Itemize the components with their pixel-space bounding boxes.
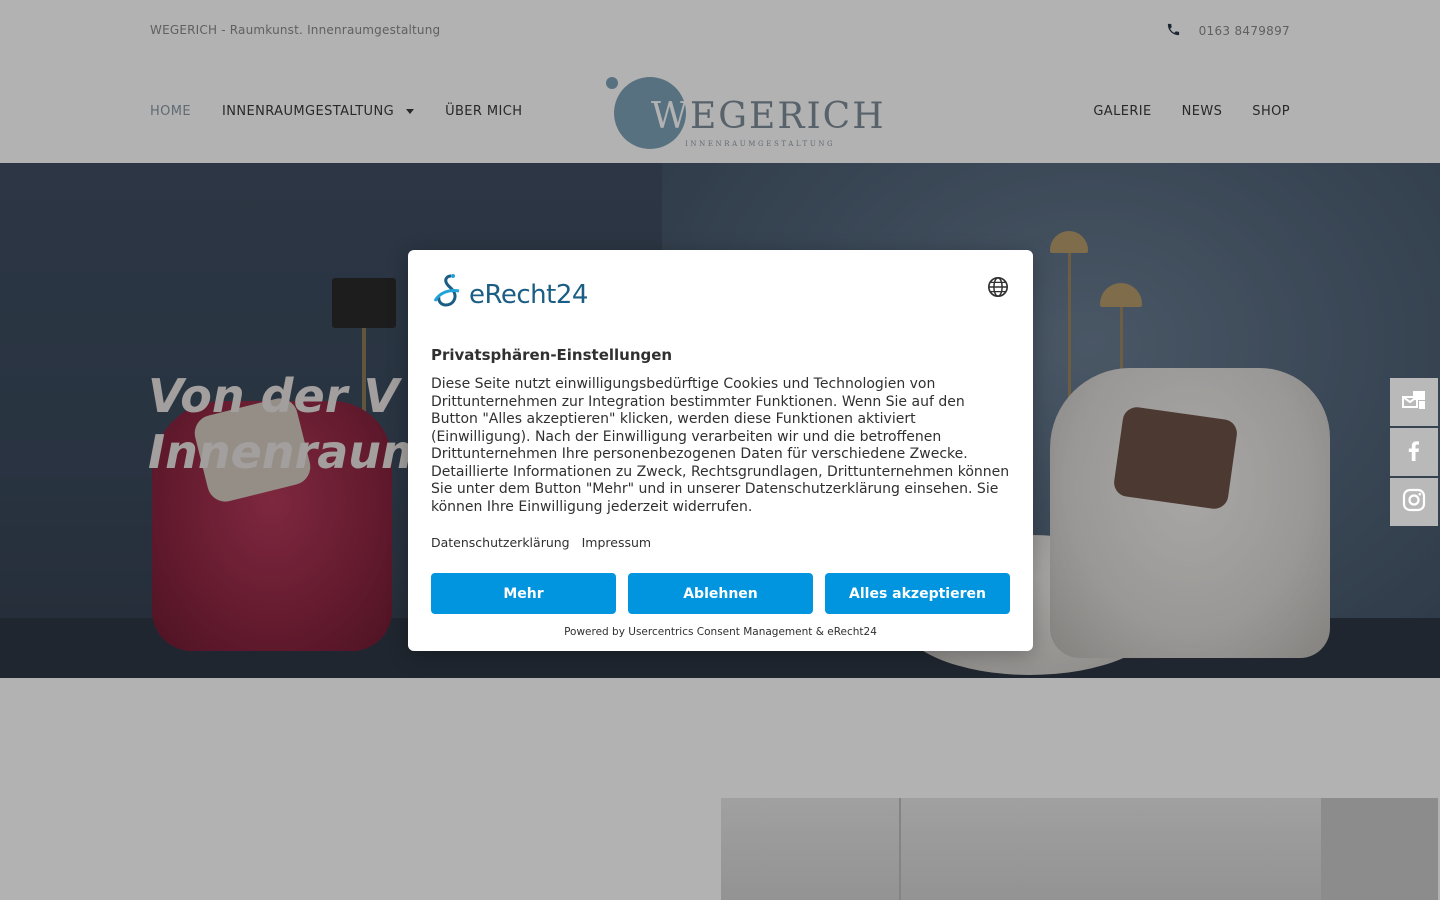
instagram-button[interactable] bbox=[1390, 478, 1438, 526]
erecht24-mark-icon bbox=[431, 273, 467, 317]
privacy-policy-link[interactable]: Datenschutzerklärung bbox=[431, 535, 570, 550]
newsletter-icon bbox=[1401, 387, 1427, 417]
imprint-link[interactable]: Impressum bbox=[582, 535, 651, 550]
instagram-icon bbox=[1401, 487, 1427, 517]
accept-all-button[interactable]: Alles akzeptieren bbox=[825, 573, 1010, 614]
facebook-icon bbox=[1401, 437, 1427, 467]
facebook-button[interactable] bbox=[1390, 428, 1438, 476]
consent-title: Privatsphären-Einstellungen bbox=[431, 346, 673, 364]
erecht24-logo: eRecht24 bbox=[431, 273, 588, 317]
decline-button[interactable]: Ablehnen bbox=[628, 573, 813, 614]
erecht24-wordmark: eRecht24 bbox=[469, 280, 588, 310]
more-button[interactable]: Mehr bbox=[431, 573, 616, 614]
newsletter-button[interactable] bbox=[1390, 378, 1438, 426]
powered-by-text: Powered by Usercentrics Consent Manageme… bbox=[564, 626, 877, 638]
consent-buttons: Mehr Ablehnen Alles akzeptieren bbox=[431, 573, 1010, 614]
consent-links: Datenschutzerklärung Impressum bbox=[431, 535, 651, 550]
globe-icon[interactable] bbox=[987, 276, 1009, 298]
consent-description: Diese Seite nutzt einwilligungsbedürftig… bbox=[431, 376, 1010, 515]
social-sidebar bbox=[1390, 378, 1438, 526]
consent-dialog: eRecht24 Privatsphären-Einstellungen Die… bbox=[408, 250, 1033, 651]
